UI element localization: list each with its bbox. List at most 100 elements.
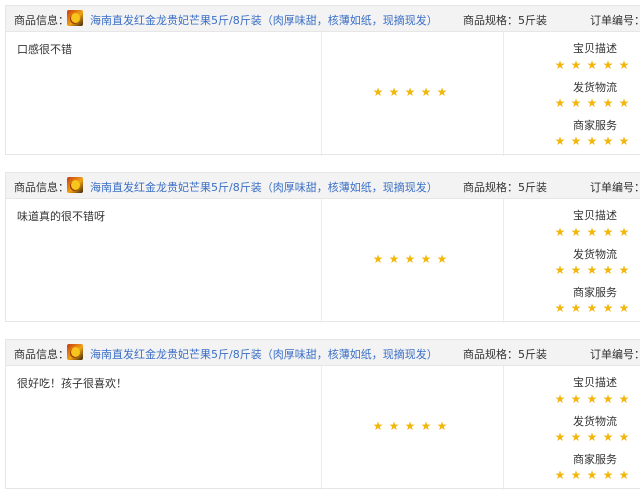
product-thumbnail[interactable]	[67, 10, 83, 26]
star-icon: ★	[618, 301, 630, 315]
comment-column: 很好吃！孩子很喜欢！	[6, 366, 322, 490]
star-icon: ★	[602, 263, 614, 277]
review-header: 商品信息： 海南直发红金龙贵妃芒果5斤/8斤装（肉厚味甜，核薄如纸，现摘现发） …	[6, 6, 640, 32]
review-card: 商品信息： 海南直发红金龙贵妃芒果5斤/8斤装（肉厚味甜，核薄如纸，现摘现发） …	[5, 5, 640, 156]
star-icon: ★	[570, 263, 582, 277]
detail-ratings-column: 宝贝描述 ★ ★ ★ ★ ★ 发货物流 ★ ★ ★ ★ ★ 商家服务 ★ ★ ★ ★ ★	[504, 32, 640, 156]
star-icon: ★	[618, 58, 630, 72]
star-icon: ★	[554, 225, 566, 239]
product-name-link[interactable]: 海南直发红金龙贵妃芒果5斤/8斤装（肉厚味甜，核薄如纸，现摘现发）	[90, 346, 438, 362]
star-icon: ★	[586, 430, 598, 444]
overall-rating-stars: ★ ★ ★ ★ ★	[372, 253, 448, 265]
star-icon: ★	[586, 263, 598, 277]
star-icon: ★	[554, 468, 566, 482]
service-rating-stars: ★ ★ ★ ★ ★	[554, 135, 630, 147]
star-icon: ★	[602, 430, 614, 444]
product-thumbnail[interactable]	[67, 177, 83, 193]
star-icon: ★	[570, 430, 582, 444]
star-icon: ★	[570, 134, 582, 148]
product-info-label: 商品信息：	[14, 181, 69, 194]
star-icon: ★	[388, 85, 400, 99]
star-icon: ★	[618, 134, 630, 148]
mango-icon	[71, 13, 80, 23]
order-number-label: 订单编号：	[590, 14, 640, 27]
review-header: 商品信息： 海南直发红金龙贵妃芒果5斤/8斤装（肉厚味甜，核薄如纸，现摘现发） …	[6, 173, 640, 199]
star-icon: ★	[586, 392, 598, 406]
logistics-rating-stars: ★ ★ ★ ★ ★	[554, 97, 630, 109]
review-comment: 味道真的很不错呀	[17, 210, 105, 223]
star-icon: ★	[586, 468, 598, 482]
rating-label-description: 宝贝描述	[573, 209, 617, 222]
star-icon: ★	[554, 301, 566, 315]
star-icon: ★	[586, 96, 598, 110]
star-icon: ★	[570, 468, 582, 482]
star-icon: ★	[602, 468, 614, 482]
overall-rating-stars: ★ ★ ★ ★ ★	[372, 420, 448, 432]
rating-label-logistics: 发货物流	[573, 248, 617, 261]
product-thumbnail[interactable]	[67, 344, 83, 360]
star-icon: ★	[372, 252, 384, 266]
product-spec: 商品规格：5斤装	[463, 181, 547, 194]
star-icon: ★	[388, 419, 400, 433]
star-icon: ★	[372, 85, 384, 99]
logistics-rating-stars: ★ ★ ★ ★ ★	[554, 264, 630, 276]
star-icon: ★	[586, 134, 598, 148]
star-icon: ★	[436, 419, 448, 433]
review-comment: 口感很不错	[17, 43, 72, 56]
order-number-label: 订单编号：	[590, 181, 640, 194]
star-icon: ★	[618, 392, 630, 406]
description-rating-stars: ★ ★ ★ ★ ★	[554, 393, 630, 405]
star-icon: ★	[372, 419, 384, 433]
star-icon: ★	[570, 58, 582, 72]
star-icon: ★	[602, 58, 614, 72]
review-body: 很好吃！孩子很喜欢！ ★ ★ ★ ★ ★ 宝贝描述 ★ ★ ★ ★ ★ 发货物流 ★ ★ ★ ★ ★ 商…	[6, 366, 640, 490]
rating-label-description: 宝贝描述	[573, 42, 617, 55]
star-icon: ★	[554, 263, 566, 277]
star-icon: ★	[388, 252, 400, 266]
rating-label-service: 商家服务	[573, 119, 617, 132]
star-icon: ★	[570, 392, 582, 406]
star-icon: ★	[570, 96, 582, 110]
overall-rating-column: ★ ★ ★ ★ ★	[322, 366, 504, 490]
star-icon: ★	[602, 392, 614, 406]
service-rating-stars: ★ ★ ★ ★ ★	[554, 469, 630, 481]
review-card: 商品信息： 海南直发红金龙贵妃芒果5斤/8斤装（肉厚味甜，核薄如纸，现摘现发） …	[5, 339, 640, 490]
order-number-label: 订单编号：	[590, 348, 640, 361]
star-icon: ★	[602, 134, 614, 148]
star-icon: ★	[586, 58, 598, 72]
star-icon: ★	[554, 96, 566, 110]
mango-icon	[71, 347, 80, 357]
star-icon: ★	[436, 252, 448, 266]
star-icon: ★	[554, 430, 566, 444]
product-name-link[interactable]: 海南直发红金龙贵妃芒果5斤/8斤装（肉厚味甜，核薄如纸，现摘现发）	[90, 12, 438, 28]
review-body: 口感很不错 ★ ★ ★ ★ ★ 宝贝描述 ★ ★ ★ ★ ★ 发货物流 ★ ★ ★ ★ ★ 商家服务 ★…	[6, 32, 640, 156]
product-spec: 商品规格：5斤装	[463, 14, 547, 27]
star-icon: ★	[554, 134, 566, 148]
star-icon: ★	[602, 225, 614, 239]
comment-column: 口感很不错	[6, 32, 322, 156]
product-spec: 商品规格：5斤装	[463, 348, 547, 361]
description-rating-stars: ★ ★ ★ ★ ★	[554, 59, 630, 71]
star-icon: ★	[618, 96, 630, 110]
rating-label-logistics: 发货物流	[573, 81, 617, 94]
review-comment: 很好吃！孩子很喜欢！	[17, 377, 127, 390]
star-icon: ★	[618, 263, 630, 277]
star-icon: ★	[586, 301, 598, 315]
star-icon: ★	[436, 85, 448, 99]
star-icon: ★	[404, 252, 416, 266]
star-icon: ★	[420, 252, 432, 266]
star-icon: ★	[570, 301, 582, 315]
product-name-link[interactable]: 海南直发红金龙贵妃芒果5斤/8斤装（肉厚味甜，核薄如纸，现摘现发）	[90, 179, 438, 195]
rating-label-logistics: 发货物流	[573, 415, 617, 428]
logistics-rating-stars: ★ ★ ★ ★ ★	[554, 431, 630, 443]
star-icon: ★	[570, 225, 582, 239]
star-icon: ★	[420, 85, 432, 99]
star-icon: ★	[602, 301, 614, 315]
star-icon: ★	[554, 392, 566, 406]
star-icon: ★	[404, 85, 416, 99]
star-icon: ★	[586, 225, 598, 239]
star-icon: ★	[602, 96, 614, 110]
detail-ratings-column: 宝贝描述 ★ ★ ★ ★ ★ 发货物流 ★ ★ ★ ★ ★ 商家服务 ★ ★ ★ ★ ★	[504, 199, 640, 323]
detail-ratings-column: 宝贝描述 ★ ★ ★ ★ ★ 发货物流 ★ ★ ★ ★ ★ 商家服务 ★ ★ ★ ★ ★	[504, 366, 640, 490]
star-icon: ★	[618, 430, 630, 444]
